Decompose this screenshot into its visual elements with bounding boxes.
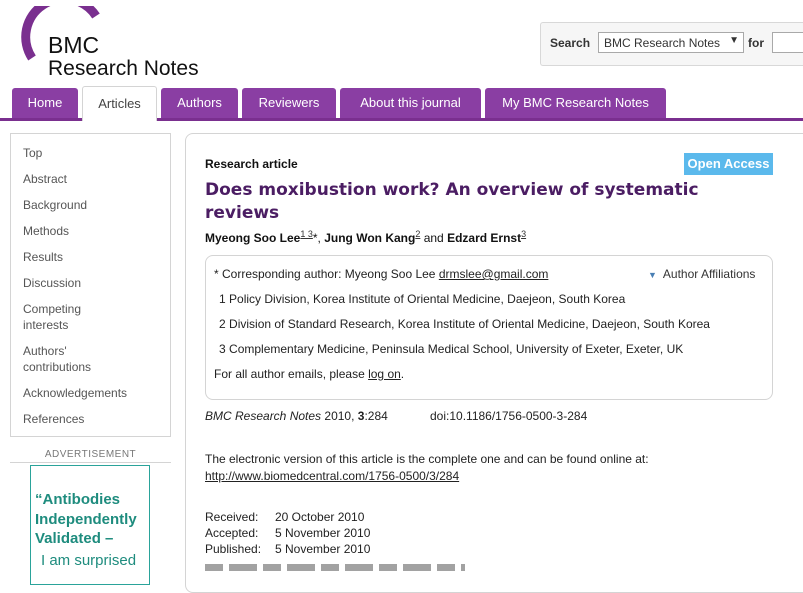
tab-my-journal[interactable]: My BMC Research Notes — [485, 88, 666, 118]
tab-about-journal[interactable]: About this journal — [340, 88, 481, 118]
section-link-authors-contributions[interactable]: Authors' contributions — [23, 343, 113, 375]
open-access-badge[interactable]: Open Access — [684, 153, 773, 175]
section-link-methods[interactable]: Methods — [23, 223, 69, 239]
corresponding-email-link[interactable]: drmslee@gmail.com — [439, 267, 549, 281]
electronic-version-note: The electronic version of this article i… — [205, 452, 649, 466]
search-label: Search — [550, 36, 591, 50]
advertisement-label: ADVERTISEMENT — [44, 449, 137, 460]
accepted-label: Accepted: — [205, 526, 259, 540]
site-header: BMC Research Notes Search BMC Research N… — [0, 0, 803, 121]
author-affiliation-ref[interactable]: 3 — [521, 229, 526, 239]
affiliation-item: 3 Complementary Medicine, Peninsula Medi… — [219, 342, 683, 356]
affiliation-text: Complementary Medicine, Peninsula Medica… — [229, 342, 684, 356]
citation-year: 2010, — [324, 409, 355, 423]
truncated-text-line — [205, 562, 465, 571]
section-link-acknowledgements[interactable]: Acknowledgements — [23, 385, 127, 401]
author-separator: , — [317, 231, 321, 245]
citation: BMC Research Notes 2010, 3:284 — [205, 409, 388, 423]
search-scope-value: BMC Research Notes — [604, 36, 721, 50]
author-name[interactable]: Myeong Soo Lee — [205, 231, 300, 245]
author-affiliation-ref[interactable]: 2 — [415, 229, 420, 239]
log-on-link[interactable]: log on — [368, 367, 401, 381]
author-list: Myeong Soo Lee1 3*, Jung Won Kang2 and E… — [205, 229, 526, 245]
main-nav: Home Articles Authors Reviewers About th… — [0, 86, 803, 121]
author-name[interactable]: Edzard Ernst — [447, 231, 521, 245]
all-author-emails-note: For all author emails, please log on. — [214, 367, 404, 381]
advertisement-banner[interactable]: “Antibodies Independently Validated – I … — [30, 465, 150, 585]
corresponding-author-text: * Corresponding author: Myeong Soo Lee — [214, 267, 436, 281]
section-link-top[interactable]: Top — [23, 145, 42, 161]
affiliation-item: 2 Division of Standard Research, Korea I… — [219, 317, 710, 331]
search-scope-select[interactable]: BMC Research Notes ▼ — [598, 32, 744, 53]
published-date: 5 November 2010 — [275, 542, 371, 556]
tab-authors[interactable]: Authors — [161, 88, 238, 118]
citation-journal: BMC Research Notes — [205, 409, 322, 423]
section-link-discussion[interactable]: Discussion — [23, 275, 81, 291]
tab-articles[interactable]: Articles — [82, 86, 157, 121]
search-for-label: for — [748, 36, 764, 50]
received-label: Received: — [205, 510, 259, 524]
published-label: Published: — [205, 542, 262, 556]
section-link-results[interactable]: Results — [23, 249, 63, 265]
article-type: Research article — [205, 157, 298, 171]
author-affiliations-toggle[interactable]: ▼ Author Affiliations — [648, 267, 755, 281]
logo-text-journal: Research Notes — [48, 57, 199, 80]
tab-reviewers[interactable]: Reviewers — [242, 88, 336, 118]
accepted-date: 5 November 2010 — [275, 526, 371, 540]
logo-text-bmc: BMC — [48, 32, 100, 58]
article-url-link[interactable]: http://www.biomedcentral.com/1756-0500/3… — [205, 469, 459, 483]
affiliation-text: Division of Standard Research, Korea Ins… — [229, 317, 710, 331]
affiliation-text: Policy Division, Korea Institute of Orie… — [229, 292, 626, 306]
citation-pages: :284 — [364, 409, 388, 423]
emails-suffix: . — [400, 367, 405, 381]
citation-doi: doi:10.1186/1756-0500-3-284 — [430, 409, 588, 423]
received-date: 20 October 2010 — [275, 510, 365, 524]
affiliation-number: 2 — [219, 317, 226, 331]
section-link-references[interactable]: References — [23, 411, 84, 427]
author-and: and — [423, 231, 444, 245]
section-link-background[interactable]: Background — [23, 197, 87, 213]
search-input[interactable] — [772, 32, 803, 53]
section-link-abstract[interactable]: Abstract — [23, 171, 67, 187]
affiliation-number: 3 — [219, 342, 226, 356]
search-form: Search BMC Research Notes ▼ for — [540, 22, 803, 66]
affiliation-item: 1 Policy Division, Korea Institute of Or… — [219, 292, 625, 306]
author-name[interactable]: Jung Won Kang — [324, 231, 415, 245]
dropdown-arrow-icon: ▼ — [729, 35, 739, 46]
author-affiliation-ref[interactable]: 1 3 — [300, 229, 313, 239]
ad-headline: “Antibodies Independently Validated – — [35, 491, 137, 547]
corresponding-author: * Corresponding author: Myeong Soo Lee d… — [214, 267, 548, 281]
ad-subtext: I am surprised — [41, 552, 137, 569]
advertisement-divider — [10, 462, 171, 463]
section-link-competing-interests[interactable]: Competing interests — [23, 301, 113, 333]
article-title: Does moxibustion work? An overview of sy… — [205, 180, 699, 223]
tab-home[interactable]: Home — [12, 88, 78, 118]
emails-prefix: For all author emails, please — [214, 367, 365, 381]
journal-logo[interactable]: BMC Research Notes — [20, 6, 220, 84]
collapse-triangle-icon: ▼ — [648, 270, 657, 280]
author-affiliations-label: Author Affiliations — [662, 267, 756, 281]
affiliation-number: 1 — [219, 292, 226, 306]
